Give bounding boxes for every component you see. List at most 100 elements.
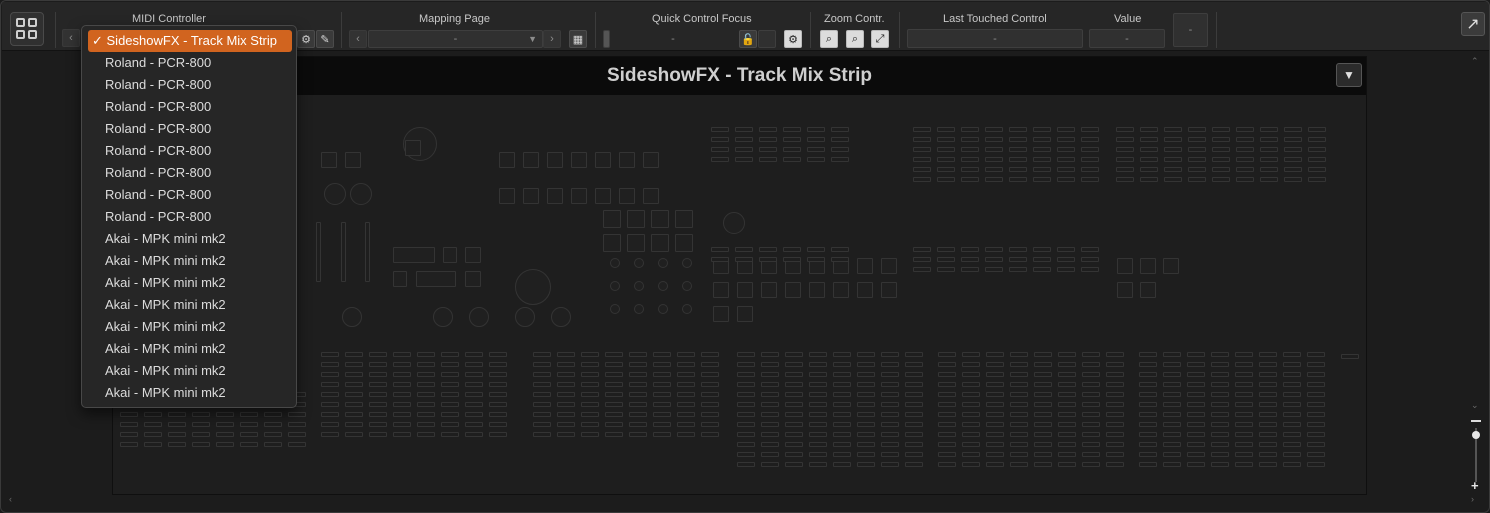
slot-outline	[759, 247, 777, 252]
vertical-scrollbar[interactable]: ⌃ ⌄ +	[1469, 56, 1483, 496]
slot-outline	[489, 362, 507, 367]
slot-outline	[1163, 362, 1181, 367]
slot-outline	[1058, 362, 1076, 367]
scroll-up-icon[interactable]: ⌃	[1471, 56, 1479, 67]
dropdown-item[interactable]: Roland - PCR-800	[88, 140, 292, 162]
slot-outline	[986, 392, 1004, 397]
slot-outline	[833, 382, 851, 387]
chevron-left-icon[interactable]: ‹	[62, 29, 80, 47]
mapping-page-select[interactable]: - ▼	[368, 30, 543, 48]
slot-outline	[759, 157, 777, 162]
mapping-next-button[interactable]: ›	[543, 30, 561, 48]
pad-outline	[619, 188, 635, 204]
slot-outline	[711, 257, 729, 262]
expand-icon[interactable]: ↗	[1461, 12, 1485, 36]
slot-outline	[489, 392, 507, 397]
zoom-fit-icon[interactable]: ⤢	[871, 30, 889, 48]
slot-outline	[913, 137, 931, 142]
horizontal-scrollbar[interactable]: ‹ ›	[9, 494, 1484, 506]
gear-icon[interactable]: ⚙	[784, 30, 802, 48]
dropdown-item[interactable]: Roland - PCR-800	[88, 162, 292, 184]
slot-outline	[1211, 392, 1229, 397]
slot-outline	[1259, 352, 1277, 357]
slot-outline	[962, 412, 980, 417]
slot-outline	[961, 267, 979, 272]
slot-outline	[881, 422, 899, 427]
lock-icon[interactable]: 🔓	[739, 30, 757, 48]
slot-outline	[441, 412, 459, 417]
dropdown-item[interactable]: Akai - MPK mini mk2	[88, 272, 292, 294]
slot-outline	[216, 412, 234, 417]
dropdown-item[interactable]: Roland - PCR-800	[88, 206, 292, 228]
slot-outline	[1260, 127, 1278, 132]
canvas-menu-button[interactable]: ▼	[1336, 63, 1362, 87]
slot-outline	[833, 392, 851, 397]
dropdown-item[interactable]: ✓ SideshowFX - Track Mix Strip	[88, 30, 292, 52]
dropdown-item[interactable]: Akai - MPK mini mk2	[88, 316, 292, 338]
slot-outline	[905, 372, 923, 377]
focus-field[interactable]	[758, 30, 776, 48]
slot-outline	[465, 422, 483, 427]
dropdown-item[interactable]: Akai - MPK mini mk2	[88, 382, 292, 404]
slot-outline	[913, 257, 931, 262]
slot-outline	[807, 127, 825, 132]
zoom-slider-handle[interactable]	[1472, 431, 1480, 439]
dropdown-item[interactable]: Akai - MPK mini mk2	[88, 228, 292, 250]
dropdown-item[interactable]: Akai - MPK mini mk2	[88, 338, 292, 360]
dropdown-item[interactable]: Roland - PCR-800	[88, 74, 292, 96]
zoom-out-icon[interactable]: ⌕	[846, 30, 864, 48]
dropdown-item[interactable]: Roland - PCR-800	[88, 118, 292, 140]
slot-outline	[1140, 157, 1158, 162]
slot-outline	[1307, 352, 1325, 357]
slot-outline	[913, 247, 931, 252]
zoom-in-icon[interactable]: ⌕	[820, 30, 838, 48]
scroll-down-icon[interactable]: ⌄	[1471, 400, 1479, 411]
keyboard-icon[interactable]: ▦	[569, 30, 587, 48]
slot-outline	[369, 392, 387, 397]
slot-outline	[1058, 432, 1076, 437]
slot-outline	[1033, 137, 1051, 142]
slot-outline	[1259, 372, 1277, 377]
layout-grid-icon[interactable]	[10, 12, 44, 46]
dropdown-item[interactable]: Roland - PCR-800	[88, 52, 292, 74]
slot-outline	[605, 412, 623, 417]
slot-outline	[1033, 247, 1051, 252]
slot-outline	[857, 352, 875, 357]
pad-outline	[523, 188, 539, 204]
dropdown-item[interactable]: Akai - MPK mini mk2	[88, 250, 292, 272]
pad-outline	[595, 188, 611, 204]
slot-outline	[1082, 432, 1100, 437]
slot-outline	[605, 402, 623, 407]
slot-outline	[1211, 462, 1229, 467]
slot-outline	[393, 352, 411, 357]
zoom-plus-icon[interactable]: +	[1471, 479, 1479, 492]
slot-outline	[1164, 177, 1182, 182]
dropdown-item[interactable]: Akai - MPK mini mk2	[88, 360, 292, 382]
zoom-minus-icon[interactable]	[1471, 420, 1481, 422]
slot-outline	[1009, 157, 1027, 162]
slot-outline	[1057, 137, 1075, 142]
slot-outline	[1163, 462, 1181, 467]
dropdown-item[interactable]: Roland - PCR-800	[88, 96, 292, 118]
slot-outline	[605, 382, 623, 387]
slot-outline	[1106, 462, 1124, 467]
slot-outline	[833, 402, 851, 407]
scroll-right-icon[interactable]: ›	[1471, 494, 1474, 504]
mapping-prev-button[interactable]: ‹	[349, 30, 367, 48]
slot-outline	[1283, 412, 1301, 417]
slot-outline	[1163, 352, 1181, 357]
pad-outline	[499, 188, 515, 204]
slot-outline	[785, 432, 803, 437]
slot-outline	[938, 352, 956, 357]
slot-outline	[1057, 127, 1075, 132]
dropdown-item[interactable]: Akai - MPK mini mk2	[88, 294, 292, 316]
dropdown-item[interactable]: Roland - PCR-800	[88, 184, 292, 206]
pad-outline	[1140, 282, 1156, 298]
slot-outline	[321, 362, 339, 367]
gear-icon[interactable]: ⚙	[297, 30, 315, 48]
pencil-icon[interactable]: ✎	[316, 30, 334, 48]
slot-outline	[321, 432, 339, 437]
scroll-left-icon[interactable]: ‹	[9, 494, 12, 504]
mapping-page-value: -	[453, 33, 458, 45]
slot-outline	[937, 157, 955, 162]
